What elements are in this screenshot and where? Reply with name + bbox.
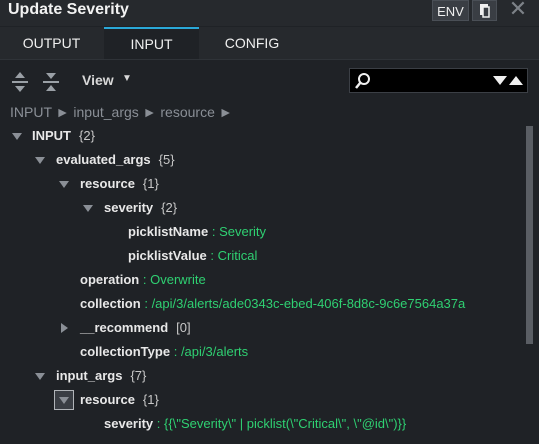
tree-node-input-args[interactable]: input_args {7} — [56, 365, 146, 387]
node-count: {1} — [142, 392, 159, 407]
search-prev-icon[interactable] — [509, 76, 523, 86]
key-value-separator: : — [156, 416, 161, 431]
node-value: Critical — [217, 248, 258, 263]
env-button[interactable]: ENV — [432, 0, 469, 21]
expand-toggle-icon[interactable] — [59, 181, 69, 188]
node-key: severity — [104, 200, 154, 215]
tree-leaf-picklist-name[interactable]: picklistName : Severity — [128, 221, 266, 243]
expand-toggle-icon[interactable] — [83, 205, 93, 212]
tree-leaf-picklist-value[interactable]: picklistValue : Critical — [128, 245, 257, 267]
view-dropdown[interactable]: View — [82, 72, 114, 88]
key-value-separator: : — [211, 224, 216, 239]
expand-toggle-icon — [59, 397, 69, 404]
node-key: __recommend — [80, 320, 169, 335]
node-count: {5} — [158, 152, 175, 167]
tree-node-resource-input[interactable]: resource {1} — [80, 389, 159, 411]
tree-node-evaluated-args[interactable]: evaluated_args {5} — [56, 149, 175, 171]
tab-bar: OUTPUT INPUT CONFIG — [0, 27, 539, 60]
search-icon — [355, 73, 370, 89]
key-value-separator: : — [173, 344, 178, 359]
tree-leaf-severity-expression[interactable]: severity : {{\"Severity\" | picklist(\"C… — [104, 413, 406, 435]
node-key: picklistValue — [128, 248, 207, 263]
key-value-separator: : — [142, 272, 147, 287]
tree-node-input[interactable]: INPUT {2} — [32, 125, 95, 147]
expand-toggle-icon[interactable] — [35, 157, 45, 164]
node-key: input_args — [56, 368, 123, 383]
copy-icon — [480, 4, 490, 18]
node-key: picklistName — [128, 224, 209, 239]
tree-leaf-collection-type[interactable]: collectionType : /api/3/alerts — [80, 341, 248, 363]
copy-button[interactable] — [472, 0, 497, 21]
node-value: Severity — [219, 224, 267, 239]
tab-output[interactable]: OUTPUT — [0, 27, 103, 59]
tab-input[interactable]: INPUT — [104, 27, 199, 59]
expand-all-icon[interactable] — [11, 71, 29, 93]
node-count: {7} — [130, 368, 147, 383]
scrollbar-thumb[interactable] — [526, 126, 533, 344]
search-next-icon[interactable] — [493, 76, 507, 86]
node-key: INPUT — [32, 128, 71, 143]
key-value-separator: : — [210, 248, 215, 263]
node-key: resource — [80, 176, 135, 191]
node-key: collection — [80, 296, 141, 311]
node-value: /api/3/alerts — [180, 344, 249, 359]
node-key: collectionType — [80, 344, 171, 359]
node-value: /api/3/alerts/ade0343c-ebed-406f-8d8c-9c… — [151, 296, 466, 311]
window-title: Update Severity — [8, 1, 129, 18]
breadcrumb: INPUT ► input_args ► resource ► — [10, 104, 233, 120]
node-value: Overwrite — [150, 272, 206, 287]
key-value-separator: : — [144, 296, 148, 311]
node-value: {{\"Severity\" | picklist(\"Critical\", … — [164, 416, 407, 431]
node-count: {2} — [79, 128, 95, 143]
tree-leaf-collection[interactable]: collection : /api/3/alerts/ade0343c-ebed… — [80, 293, 465, 315]
node-count: [0] — [176, 320, 191, 335]
node-count: {2} — [161, 200, 178, 215]
expand-toggle-icon[interactable] — [35, 373, 45, 380]
node-key: severity — [104, 416, 154, 431]
json-tree: INPUT {2} evaluated_args {5} resource {1} s… — [0, 124, 529, 444]
chevron-down-icon[interactable]: ▼ — [122, 73, 132, 84]
node-count: {1} — [142, 176, 159, 191]
expand-toggle-icon[interactable] — [61, 323, 68, 333]
node-key: operation — [80, 272, 140, 287]
tree-leaf-operation[interactable]: operation : Overwrite — [80, 269, 206, 291]
tree-node-severity[interactable]: severity {2} — [104, 197, 177, 219]
search-input[interactable] — [349, 68, 528, 93]
tab-config[interactable]: CONFIG — [200, 27, 304, 59]
collapse-all-icon[interactable] — [42, 71, 60, 93]
close-icon[interactable]: ✕ — [507, 0, 529, 20]
tree-node-resource[interactable]: resource {1} — [80, 173, 159, 195]
window-titlebar: Update Severity ENV ✕ — [0, 0, 539, 26]
expand-toggle-icon[interactable] — [12, 133, 22, 140]
node-key: resource — [80, 392, 135, 407]
tree-node-recommend[interactable]: __recommend [0] — [80, 317, 191, 339]
node-key: evaluated_args — [56, 152, 151, 167]
focused-expand-toggle[interactable] — [54, 390, 74, 410]
